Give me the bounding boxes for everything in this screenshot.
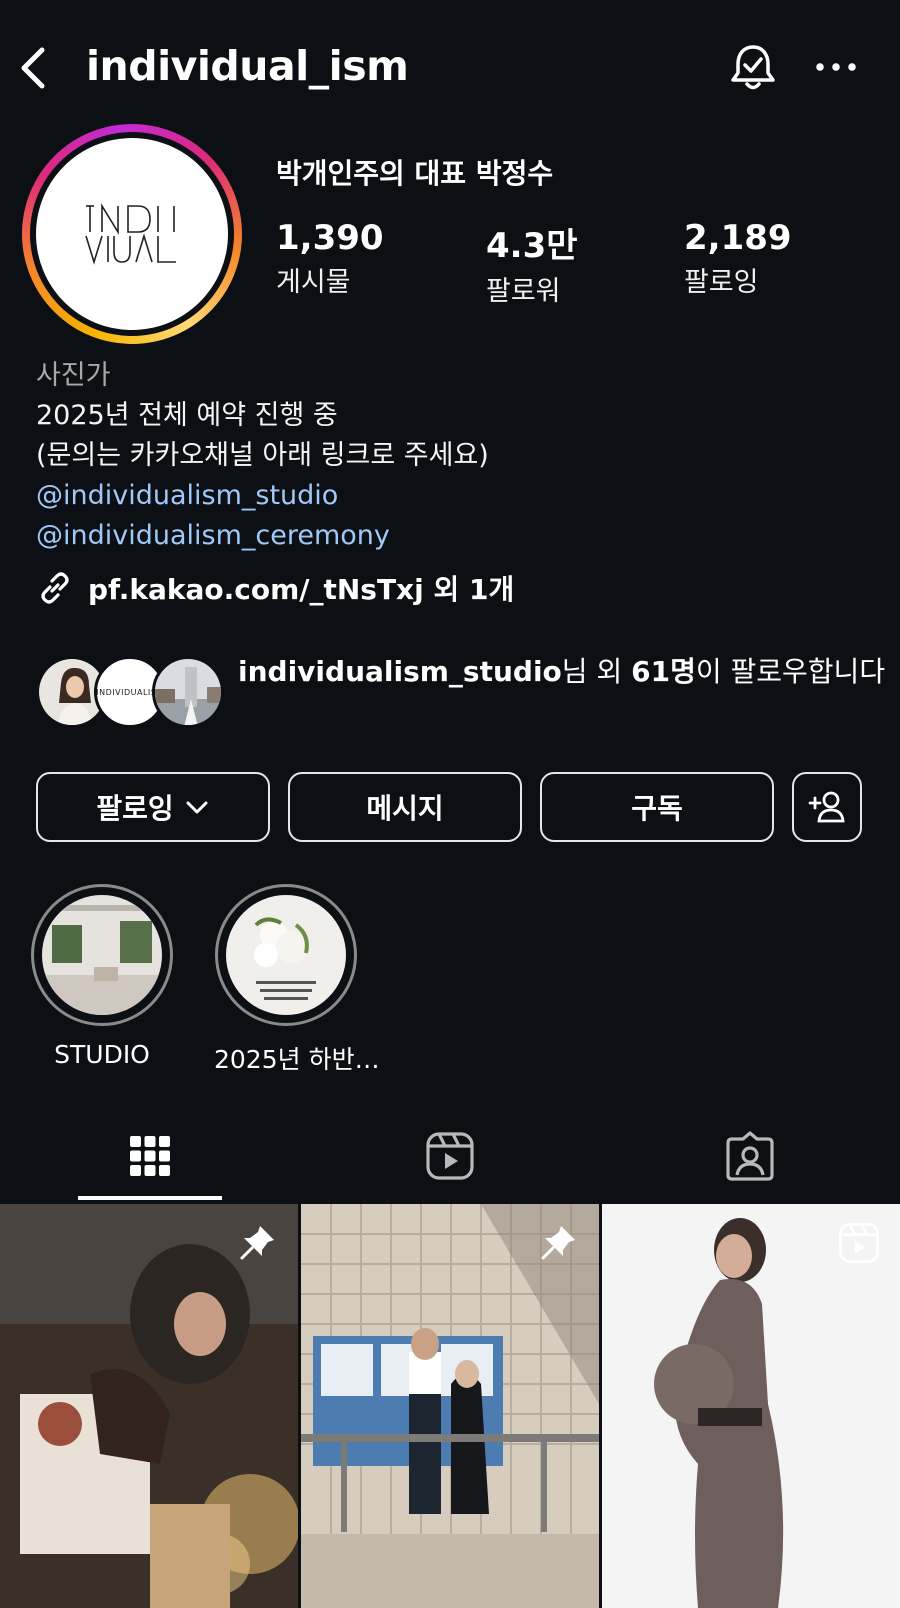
stat-followers[interactable]: 4.3만 팔로워 [486,218,578,308]
pin-icon [541,1226,575,1260]
bio-mention-studio[interactable]: @individualism_studio [36,476,876,516]
bio-link-text[interactable]: pf.kakao.com/_tNsTxj 외 1개 [88,568,514,608]
bio-category: 사진가 [36,360,111,391]
stat-value: 2,189 [684,218,792,258]
tagged-icon [726,1131,774,1181]
back-button[interactable] [16,40,56,96]
profile-username: individual_ism [86,42,409,90]
post-thumbnail[interactable] [602,1204,900,1608]
highlight-label: 2025년 하반… [214,1045,380,1074]
follower-avatar [152,656,224,728]
subscribe-button[interactable]: 구독 [540,772,774,842]
active-tab-indicator [78,1196,222,1200]
bio-line: (문의는 카카오채널 아래 링크로 주세요) [36,440,489,471]
tab-grid[interactable] [70,1110,230,1202]
post-image [602,1204,900,1608]
tab-reels[interactable] [370,1110,530,1202]
suggest-users-button[interactable] [792,772,862,842]
profile-bio: 사진가 2025년 전체 예약 진행 중 (문의는 카카오채널 아래 링크로 주… [36,356,876,556]
bio-line: 2025년 전체 예약 진행 중 [36,400,338,431]
chevron-down-icon [186,801,208,814]
reels-badge-icon [839,1223,879,1263]
post-image [0,1204,298,1608]
bio-mention-ceremony[interactable]: @individualism_ceremony [36,516,876,556]
post-image [301,1204,599,1608]
more-horizontal-icon [816,63,856,71]
chevron-left-icon [21,47,45,89]
profile-tabs [0,1110,900,1202]
highlight-label: STUDIO [54,1040,150,1069]
following-button[interactable]: 팔로잉 [36,772,270,842]
notification-bell-check-icon [731,45,775,90]
bio-link[interactable]: pf.kakao.com/_tNsTxj 외 1개 [36,568,514,608]
stat-label: 팔로워 [486,276,561,307]
more-options-button[interactable] [812,52,860,82]
subscribe-button-label: 구독 [631,792,683,825]
pin-icon [240,1226,274,1260]
avatar [36,138,228,330]
tab-tagged[interactable] [670,1110,830,1202]
message-button[interactable]: 메시지 [288,772,522,842]
grid-icon [130,1136,170,1176]
highlight-cover [42,895,162,1015]
stat-following[interactable]: 2,189 팔로잉 [684,218,792,299]
profile-header: individual_ism [0,0,900,130]
followed-by-count: 61명 [631,655,696,688]
reels-icon [426,1132,474,1180]
display-name: 박개인주의 대표 박정수 [276,157,554,190]
stat-label: 팔로잉 [684,267,759,298]
highlight-2025-second-half[interactable]: 2025년 하반… [214,884,380,1076]
followed-by-text: individualism_studio님 외 61명이 팔로우합니다 [238,655,886,688]
story-ring[interactable] [22,124,242,344]
stat-posts[interactable]: 1,390 게시물 [276,218,384,299]
post-thumbnail[interactable] [301,1204,599,1608]
highlight-studio[interactable]: STUDIO [30,884,174,1069]
highlight-cover [226,895,346,1015]
stat-value: 4.3만 [486,226,578,266]
followed-by-name: individualism_studio [238,655,562,688]
notification-button[interactable] [728,42,778,92]
brand-logo [85,203,176,265]
post-thumbnail[interactable] [0,1204,298,1608]
message-button-label: 메시지 [366,792,444,825]
add-person-icon [808,791,845,823]
link-icon [41,572,69,604]
follower-photo [155,659,221,725]
following-button-label: 팔로잉 [96,792,174,825]
post-grid [0,1204,900,1608]
followed-by[interactable]: INDIVIDUALISM individualism_studio님 외 61… [36,652,886,732]
stat-label: 게시물 [276,267,351,298]
stat-value: 1,390 [276,218,384,258]
